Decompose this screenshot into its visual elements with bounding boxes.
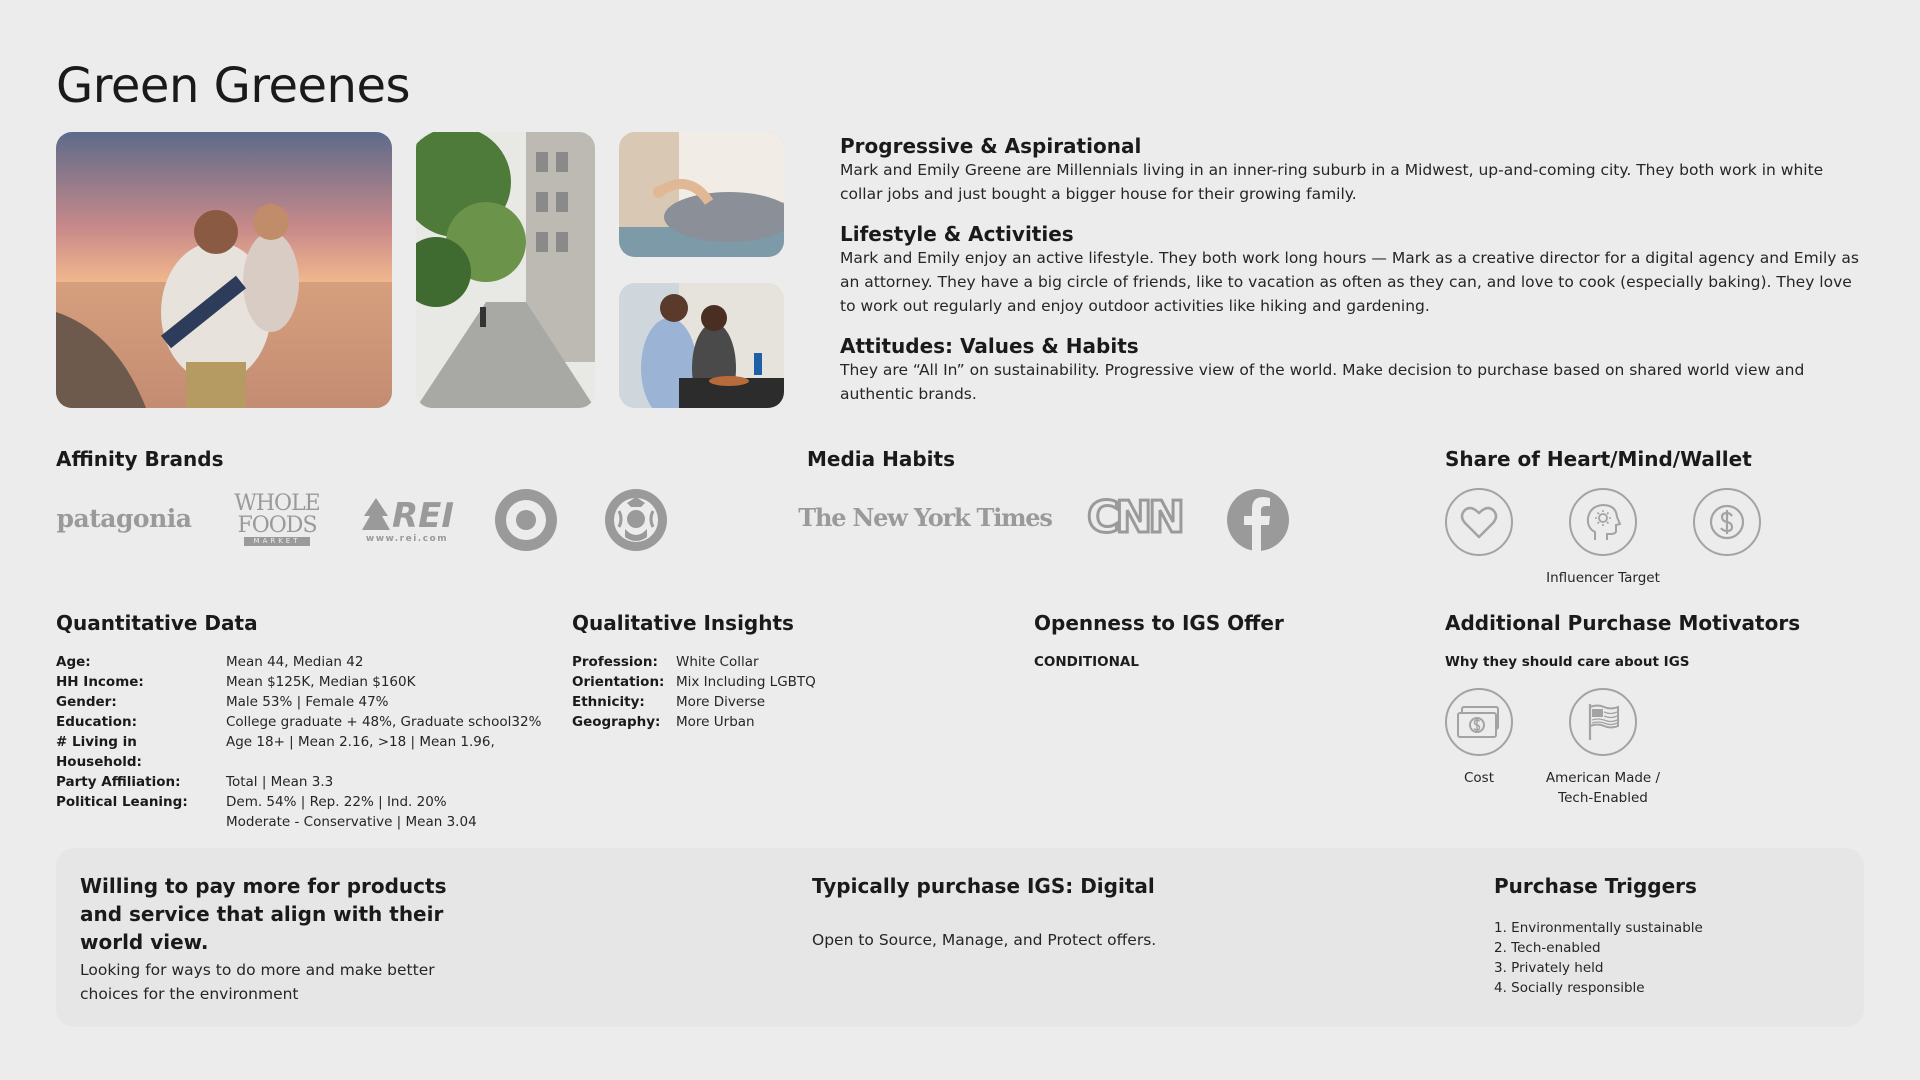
qual-value: More Diverse [676,694,766,710]
panel-right-heading: Purchase Triggers [1494,874,1697,898]
nyt-wordmark: The New York Times [798,502,1053,532]
profile-section: Progressive & Aspirational Mark and Emil… [840,134,1870,206]
panel-mid-text: Open to Source, Manage, and Protect offe… [812,931,1157,949]
qual-key: Profession: [572,654,658,670]
qual-value: More Urban [676,714,755,730]
couple-beach-photo [56,132,392,408]
share-heading: Share of Heart/Mind/Wallet [1445,447,1752,471]
qual-key: Orientation: [572,674,665,690]
page-title: Green Greenes [56,58,411,114]
profile-text: Mark and Emily enjoy an active lifestyle… [840,249,1859,315]
heart-icon [1445,488,1513,556]
cash-icon [1445,688,1513,756]
facebook-logo [1226,488,1290,552]
quant-key: Party Affiliation: [56,774,181,790]
quant-key [56,812,226,832]
cnn-logo: CNN [1086,490,1187,544]
quant-value: Total | Mean 3.3 [226,774,334,790]
rei-url: www.rei.com [365,534,449,544]
profile-text: Mark and Emily Greene are Millennials li… [840,161,1824,203]
quant-value: Male 53% | Female 47% [226,694,389,710]
nyt-logo: The New York Times [798,495,1053,539]
profile-section: Lifestyle & Activities Mark and Emily en… [840,222,1870,318]
list-item: 4. Socially responsible [1494,980,1645,996]
rei-logo: REI www.rei.com [361,490,454,550]
list-item: 2. Tech-enabled [1494,940,1601,956]
qual-value: White Collar [676,654,759,670]
motivators-subheading: Why they should care about IGS [1445,654,1690,670]
list-item: 1. Environmentally sustainable [1494,920,1703,936]
quant-key: Age: [56,654,91,670]
quant-key: HH Income: [56,674,144,690]
profile-heading: Attitudes: Values & Habits [840,334,1139,358]
cnn-wordmark: CNN [1086,490,1187,544]
openness-value: CONDITIONAL [1034,654,1139,670]
quant-key: # Living in Household: [56,734,142,770]
quant-key: Education: [56,714,137,730]
panel-mid-heading: Typically purchase IGS: Digital [812,874,1155,898]
patagonia-logo: patagonia [56,490,192,546]
dollar-icon [1693,488,1761,556]
quant-value: Dem. 54% | Rep. 22% | Ind. 20% [226,794,447,810]
whole-foods-word3: MARKET [243,536,311,546]
panel-left-text: Looking for ways to do more and make bet… [80,961,435,1003]
whole-foods-word1: WHOLE [234,490,321,516]
patagonia-wordmark: patagonia [56,503,192,533]
qual-key: Geography: [572,714,661,730]
target-logo [494,488,558,552]
qual-heading: Qualitative Insights [572,611,794,635]
qual-table: Profession: White Collar Orientation: Mix … [572,652,876,732]
quant-heading: Quantitative Data [56,611,258,635]
profile-heading: Progressive & Aspirational [840,134,1142,158]
quant-value: Age 18+ | Mean 2.16, >18 | Mean 1.96, [226,734,495,750]
profile-heading: Lifestyle & Activities [840,222,1074,246]
summary-panel: Willing to pay more for products and ser… [56,848,1864,1027]
whole-foods-logo: WHOLE FOODS MARKET [232,487,322,551]
rei-wordmark: REI [391,496,455,536]
list-item: 3. Privately held [1494,960,1604,976]
motivator-caption: American Made / Tech-Enabled [1545,770,1661,806]
quant-key: Gender: [56,694,117,710]
starbucks-logo [604,488,668,552]
profile-text: They are “All In” on sustainability. Pro… [840,361,1805,403]
cooking-couple-photo [619,283,784,408]
quant-table: Age: Mean 44, Median 42 HH Income: Mean $1… [56,652,566,832]
whole-foods-word2: FOODS [237,512,317,538]
motivator-caption: Cost [1463,770,1494,786]
quant-value: Mean 44, Median 42 [226,654,364,670]
share-caption: Influencer Target [1546,570,1660,586]
yoga-photo [619,132,784,257]
quant-value: College graduate + 48%, Graduate school3… [226,714,542,730]
affinity-heading: Affinity Brands [56,447,224,471]
mind-icon [1569,488,1637,556]
profile-sections: Progressive & Aspirational Mark and Emil… [840,134,1870,406]
city-street-photo [416,132,595,408]
qual-value: Mix Including LGBTQ [676,674,816,690]
media-heading: Media Habits [807,447,955,471]
profile-section: Attitudes: Values & Habits They are “All… [840,334,1870,406]
panel-left-heading: Willing to pay more for products and ser… [80,874,447,954]
quant-key: Political Leaning: [56,794,188,810]
qual-key: Ethnicity: [572,694,645,710]
openness-heading: Openness to IGS Offer [1034,611,1284,635]
quant-value: Mean $125K, Median $160K [226,674,416,690]
motivators-heading: Additional Purchase Motivators [1445,611,1801,635]
quant-value: Moderate - Conservative | Mean 3.04 [226,814,477,830]
flag-icon [1569,688,1637,756]
rei-tree-icon [361,498,390,530]
purchase-triggers-list: 1. Environmentally sustainable 2. Tech-e… [1494,918,1703,998]
